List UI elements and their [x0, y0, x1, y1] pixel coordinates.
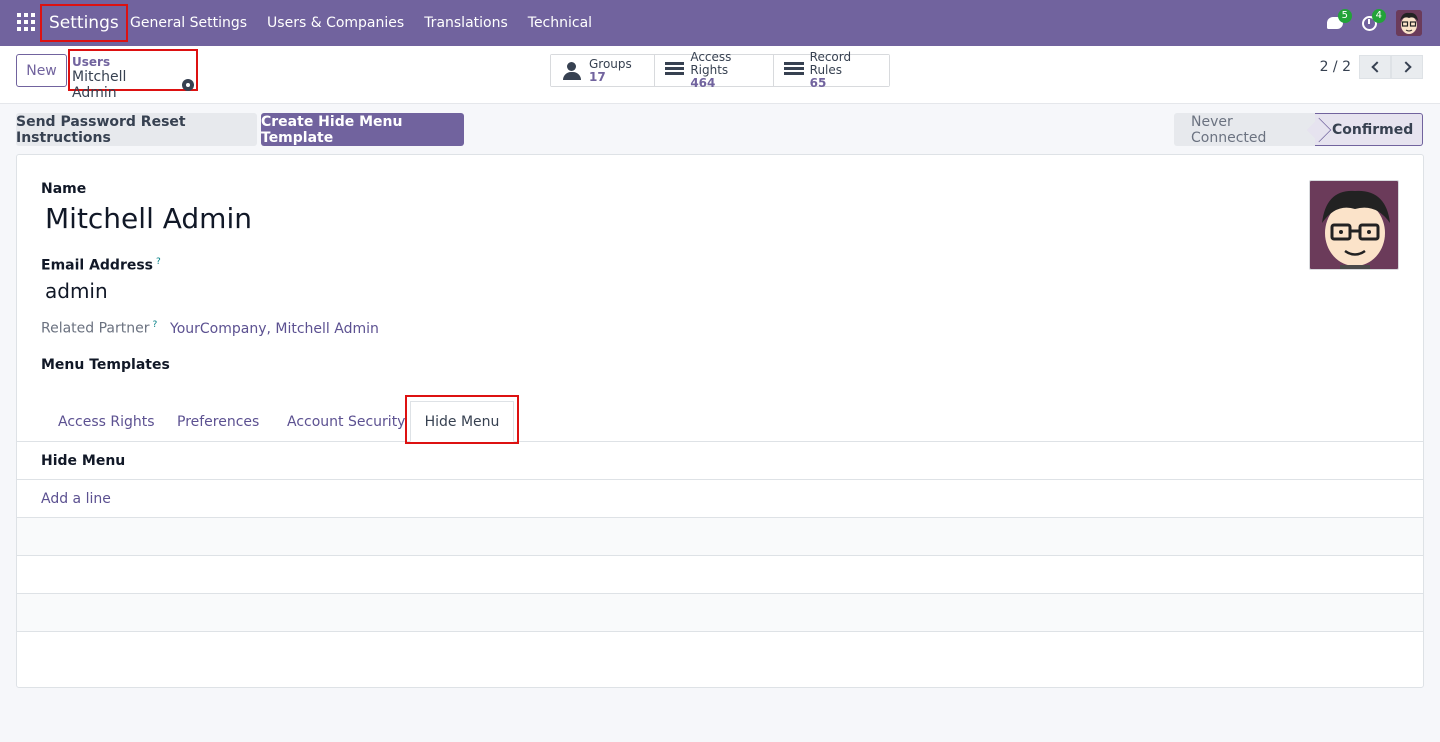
new-button[interactable]: New [16, 54, 67, 87]
chevron-right-icon [1399, 61, 1412, 73]
form-sheet: Name Mitchell Admin Email Address? admin… [16, 154, 1424, 688]
gear-icon[interactable] [182, 79, 194, 91]
status-bar: Never Connected Confirmed [1174, 113, 1423, 146]
messages-badge: 5 [1337, 9, 1352, 23]
list-row [17, 594, 1423, 632]
name-label: Name [41, 181, 87, 197]
related-partner-label: Related Partner? [41, 320, 157, 337]
tab-hide-menu-highlight [405, 395, 519, 444]
control-panel: New Users Mitchell Admin Groups 17 Acces… [0, 46, 1440, 104]
help-tooltip-icon[interactable]: ? [156, 257, 161, 267]
activities-button[interactable]: 4 [1354, 8, 1386, 38]
breadcrumb-current: Mitchell Admin [72, 69, 194, 101]
record-rules-label: Record Rules [809, 50, 852, 77]
create-hide-menu-template-button[interactable]: Create Hide Menu Template [261, 113, 464, 146]
messages-button[interactable]: 5 [1320, 8, 1352, 38]
top-navbar: Settings General Settings Users & Compan… [0, 0, 1440, 46]
groups-label: Groups [589, 56, 632, 71]
pager-previous-button[interactable] [1359, 55, 1391, 79]
systray: 5 4 [1316, 0, 1422, 46]
tab-preferences[interactable]: Preferences [177, 402, 259, 442]
tab-account-security[interactable]: Account Security [287, 402, 405, 442]
groups-count: 17 [589, 69, 606, 84]
apps-menu-icon[interactable] [17, 13, 35, 31]
smart-buttons: Groups 17 Access Rights 464 Record Rules… [550, 51, 890, 90]
email-label-text: Email Address [41, 257, 154, 274]
email-field[interactable]: admin [45, 279, 108, 303]
notebook-tabs: Access Rights Preferences Account Securi… [17, 395, 1423, 444]
tab-access-rights[interactable]: Access Rights [58, 402, 155, 442]
user-menu-avatar[interactable] [1396, 10, 1422, 36]
breadcrumb: Users Mitchell Admin [68, 49, 198, 101]
record-rules-smart-button[interactable]: Record Rules 65 [774, 51, 889, 90]
send-password-reset-button[interactable]: Send Password Reset Instructions [16, 113, 257, 146]
access-rights-label: Access Rights [690, 50, 732, 77]
status-never-connected[interactable]: Never Connected [1174, 113, 1315, 146]
main-menu: General Settings Users & Companies Trans… [120, 0, 602, 46]
hide-menu-list-header: Hide Menu [17, 442, 1423, 480]
list-icon [784, 61, 804, 80]
breadcrumb-current-label: Mitchell Admin [72, 69, 127, 101]
related-partner-link[interactable]: YourCompany, Mitchell Admin [170, 321, 379, 337]
related-partner-label-text: Related Partner [41, 320, 150, 337]
pager-value[interactable]: 2 / 2 [1320, 59, 1351, 75]
menu-users-companies[interactable]: Users & Companies [257, 15, 414, 31]
pager-next-button[interactable] [1391, 55, 1423, 79]
access-rights-smart-button[interactable]: Access Rights 464 [655, 51, 774, 90]
menu-technical[interactable]: Technical [518, 15, 602, 31]
list-row [17, 518, 1423, 556]
access-rights-count: 464 [690, 76, 716, 90]
user-avatar-image[interactable] [1309, 180, 1399, 270]
add-a-line-link[interactable]: Add a line [17, 480, 1423, 518]
menu-translations[interactable]: Translations [414, 15, 518, 31]
app-brand[interactable]: Settings [40, 4, 128, 42]
help-tooltip-icon[interactable]: ? [153, 320, 158, 330]
email-label: Email Address? [41, 257, 161, 274]
status-confirmed[interactable]: Confirmed [1315, 113, 1423, 146]
name-field[interactable]: Mitchell Admin [45, 202, 252, 235]
list-icon [665, 61, 685, 80]
menu-templates-label: Menu Templates [41, 357, 170, 373]
menu-general-settings[interactable]: General Settings [120, 15, 257, 31]
pager: 2 / 2 [1320, 55, 1423, 79]
users-icon [561, 61, 583, 80]
list-row [17, 556, 1423, 594]
breadcrumb-users-link[interactable]: Users [72, 55, 194, 69]
activities-badge: 4 [1371, 9, 1386, 23]
groups-smart-button[interactable]: Groups 17 [551, 55, 655, 86]
record-rules-count: 65 [809, 76, 827, 90]
status-confirmed-label: Confirmed [1332, 121, 1414, 138]
chevron-left-icon [1370, 61, 1383, 73]
